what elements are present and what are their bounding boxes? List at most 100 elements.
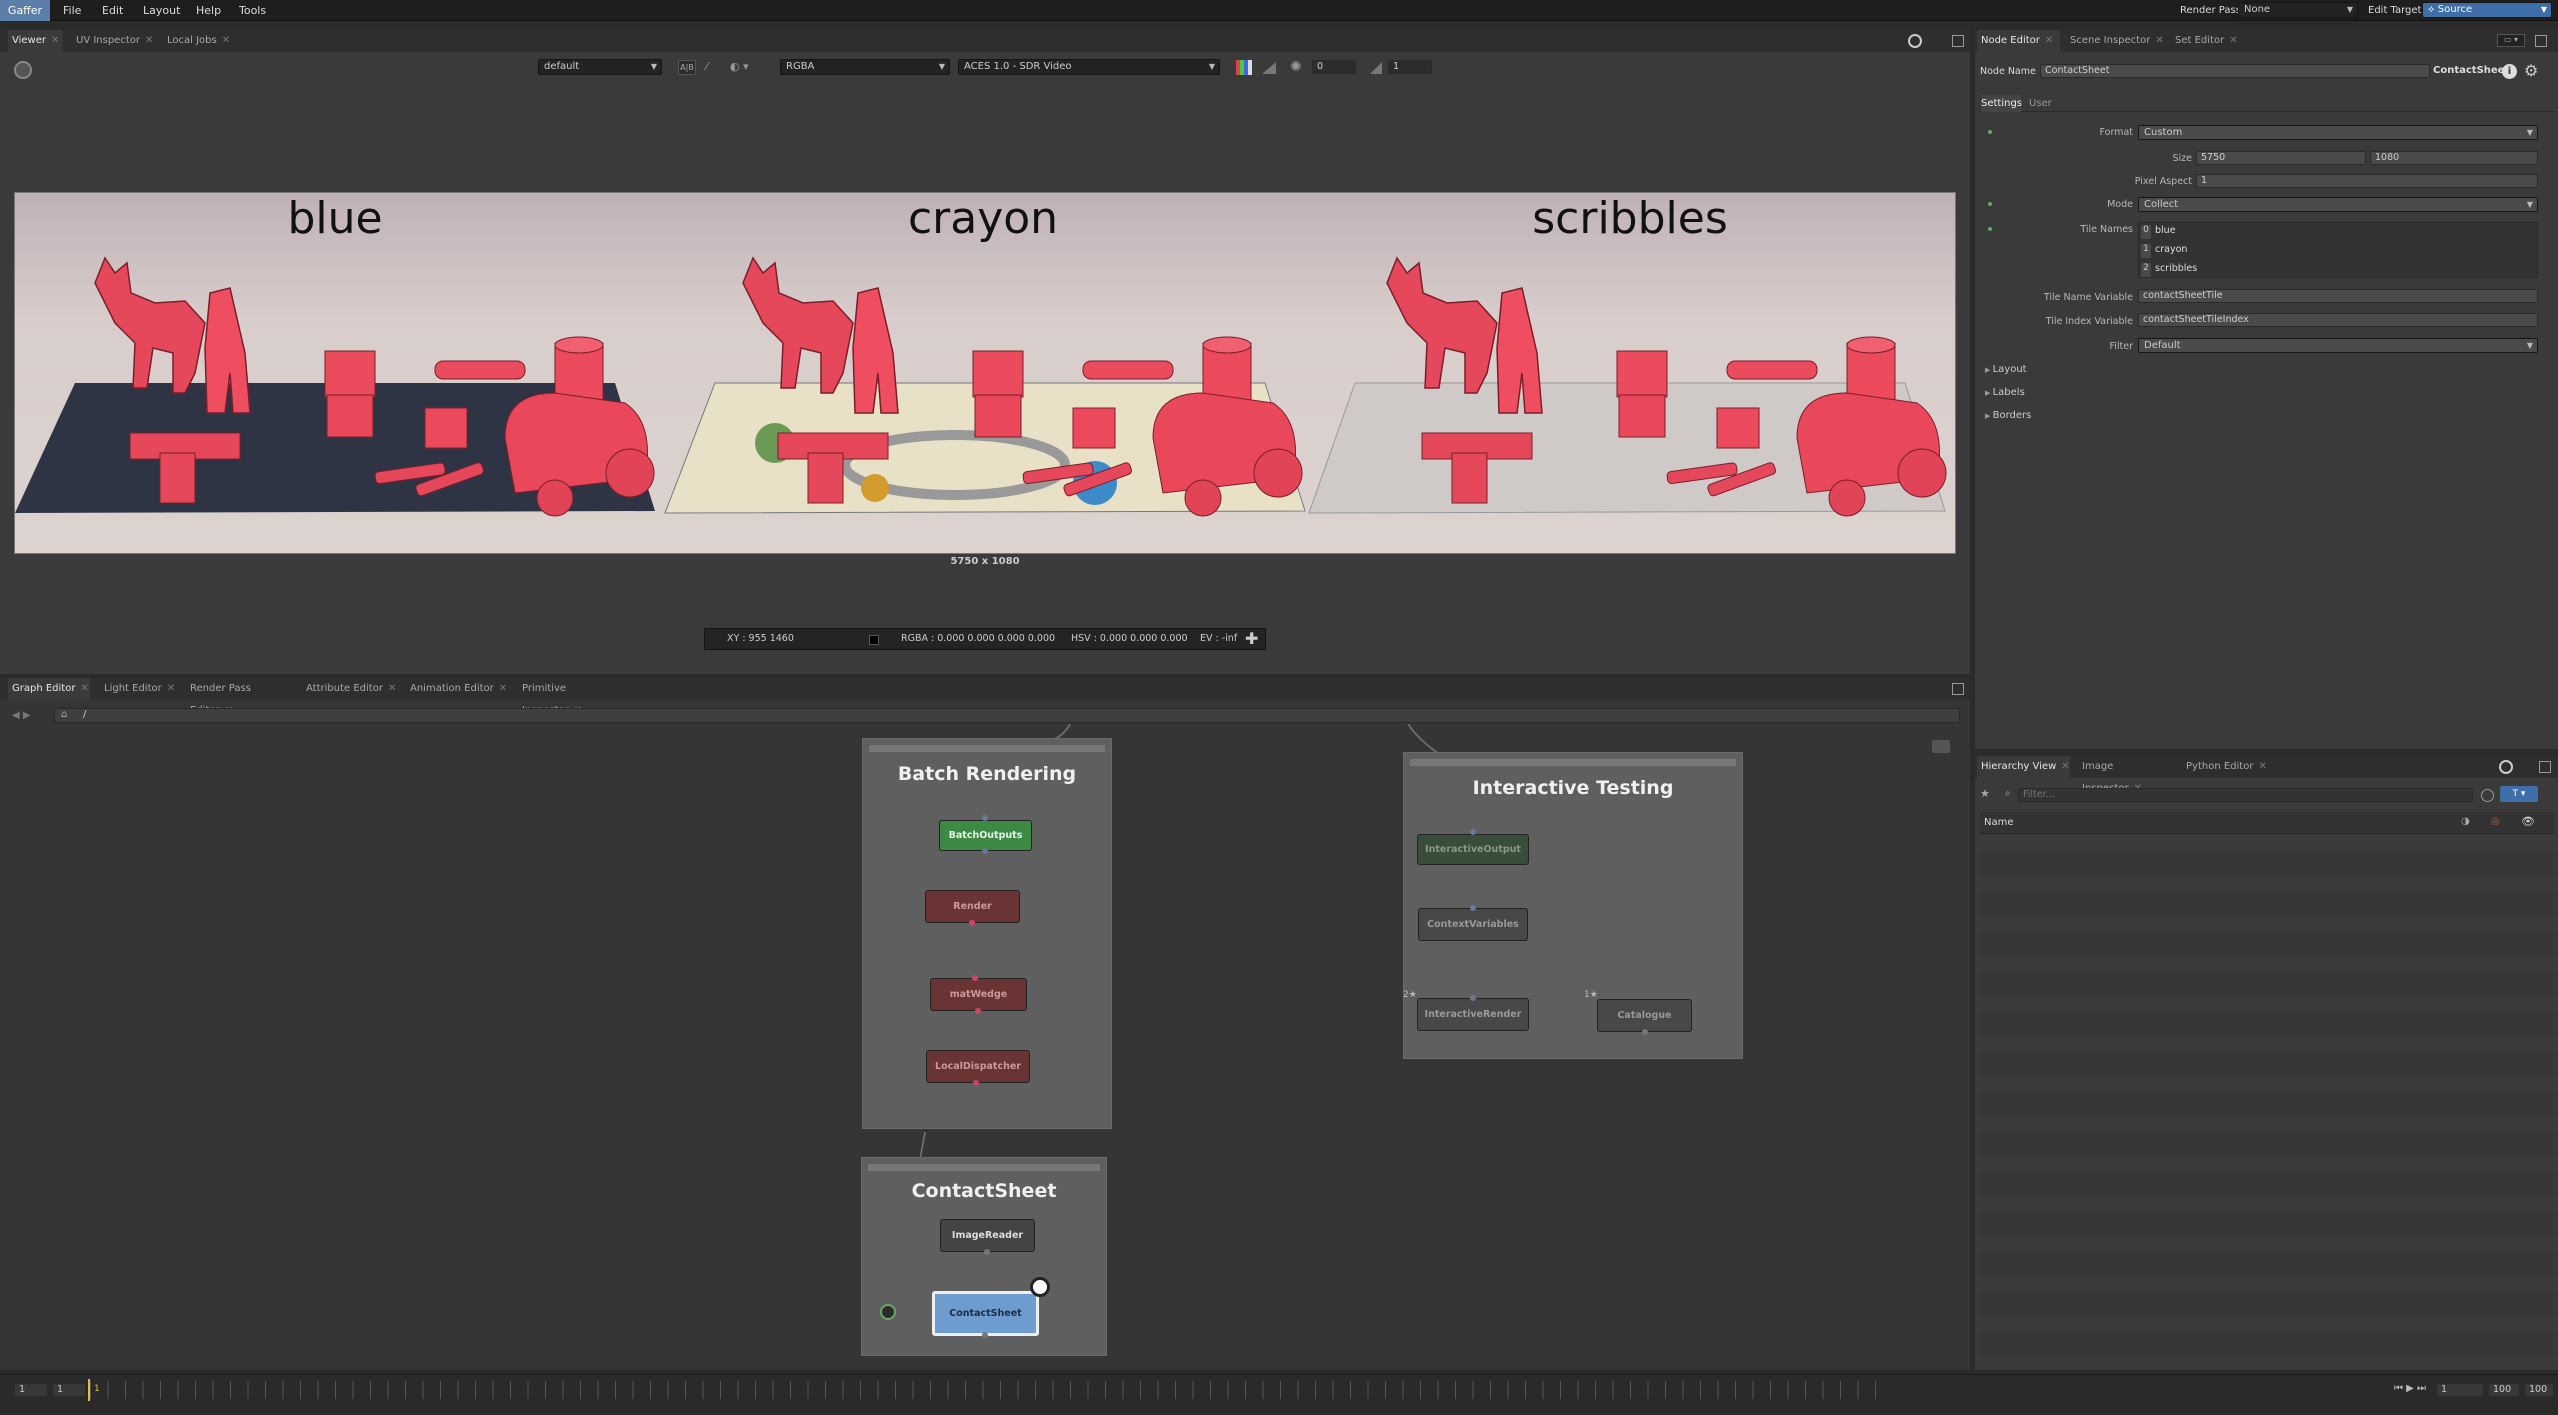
plug[interactable] bbox=[975, 1008, 981, 1014]
plus-icon[interactable]: ✚ bbox=[1245, 629, 1258, 648]
tab-uv-inspector[interactable]: UV Inspector ✕ bbox=[72, 30, 160, 52]
edit-target-dropdown[interactable]: ⟡ Source ▼ bbox=[2422, 2, 2552, 18]
playback-controls[interactable]: ⏮ ▶ ⏭ bbox=[2394, 1383, 2426, 1394]
menu-tools[interactable]: Tools bbox=[239, 0, 266, 21]
layout-grid-icon[interactable] bbox=[1952, 35, 1964, 47]
back-arrow-icon[interactable]: ◀ ▶ bbox=[12, 710, 31, 721]
colorspace-dropdown[interactable]: ACES 1.0 - SDR Video ▼ bbox=[958, 59, 1220, 75]
tab-set-editor[interactable]: Set Editor ✕ bbox=[2171, 30, 2241, 52]
hierarchy-list[interactable] bbox=[1980, 834, 2554, 1364]
tab-light-editor[interactable]: Light Editor ✕ bbox=[100, 678, 178, 700]
menu-help[interactable]: Help bbox=[196, 0, 221, 21]
plug[interactable] bbox=[984, 1249, 990, 1255]
frame-ruler[interactable] bbox=[90, 1381, 1890, 1399]
tab-primitive-inspector[interactable]: Primitive Inspector✕ bbox=[518, 678, 628, 716]
visibility-icon[interactable]: 👁 bbox=[2521, 815, 2535, 828]
target-icon[interactable] bbox=[1908, 34, 1922, 48]
plug[interactable] bbox=[969, 920, 975, 926]
format-dropdown[interactable]: Custom ▼ bbox=[2138, 125, 2538, 140]
close-icon[interactable]: ✕ bbox=[2229, 35, 2237, 46]
start-frame-field[interactable]: 1 bbox=[14, 1383, 48, 1397]
layout-grid-icon[interactable] bbox=[2539, 761, 2551, 773]
size-height-field[interactable]: 1080 bbox=[2370, 151, 2538, 165]
filter-dropdown[interactable]: Default ▼ bbox=[2138, 338, 2538, 353]
hierarchy-filter-input[interactable]: Filter... bbox=[2018, 788, 2473, 802]
current-frame-field[interactable]: 1 bbox=[2436, 1383, 2484, 1397]
gamma-field[interactable]: 1 bbox=[1388, 60, 1432, 74]
close-icon[interactable]: ✕ bbox=[2155, 35, 2163, 46]
editor-focus-dropdown[interactable]: ▭ ▾ bbox=[2497, 34, 2525, 47]
tab-image-inspector[interactable]: Image Inspector✕ bbox=[2078, 756, 2173, 794]
inclusion-icon[interactable]: ◎ bbox=[2491, 816, 2500, 827]
plug[interactable] bbox=[973, 1080, 979, 1086]
tab-settings[interactable]: Settings bbox=[1981, 95, 2022, 112]
tile-index-variable-field[interactable]: contactSheetTileIndex bbox=[2138, 313, 2538, 327]
close-icon[interactable]: ✕ bbox=[222, 35, 230, 46]
display-dropdown[interactable]: default ▼ bbox=[538, 59, 662, 75]
plug[interactable] bbox=[982, 1332, 988, 1338]
plug[interactable] bbox=[982, 848, 988, 854]
exposure-field[interactable]: 0 bbox=[1312, 60, 1356, 74]
clipping-icon[interactable] bbox=[1262, 62, 1276, 74]
node-mat-wedge[interactable]: matWedge bbox=[930, 978, 1027, 1011]
plug[interactable] bbox=[1470, 829, 1476, 835]
size-width-field[interactable]: 5750 bbox=[2196, 151, 2366, 165]
app-menu[interactable]: Gaffer bbox=[0, 0, 50, 21]
close-icon[interactable]: ✕ bbox=[388, 683, 396, 694]
ab-compare-icon[interactable]: A|B bbox=[678, 60, 696, 75]
render-pass-dropdown[interactable]: None ▼ bbox=[2238, 2, 2358, 18]
section-borders[interactable]: ▶ Borders bbox=[1985, 410, 2031, 421]
menu-layout[interactable]: Layout bbox=[143, 0, 180, 21]
node-interactive-render[interactable]: InteractiveRender bbox=[1417, 998, 1529, 1031]
plug[interactable] bbox=[1470, 905, 1476, 911]
plug[interactable] bbox=[972, 975, 978, 981]
tab-viewer[interactable]: Viewer ✕ bbox=[8, 30, 63, 52]
tab-scene-inspector[interactable]: Scene Inspector ✕ bbox=[2066, 30, 2166, 52]
pause-icon[interactable] bbox=[14, 61, 32, 79]
plug[interactable] bbox=[1470, 995, 1476, 1001]
node-name-field[interactable]: ContactSheet bbox=[2040, 64, 2430, 78]
playback-start-field[interactable]: 1 bbox=[52, 1383, 86, 1397]
playback-end-field[interactable]: 100 bbox=[2488, 1383, 2520, 1397]
dot-node[interactable] bbox=[880, 1304, 896, 1320]
viewport-image[interactable]: blue crayon scribbles bbox=[14, 192, 1956, 554]
mode-dropdown[interactable]: Collect ▼ bbox=[2138, 197, 2538, 212]
node-catalogue[interactable]: Catalogue bbox=[1597, 999, 1692, 1032]
tab-python-editor[interactable]: Python Editor ✕ bbox=[2182, 756, 2267, 778]
tab-local-jobs[interactable]: Local Jobs ✕ bbox=[163, 30, 233, 52]
section-layout[interactable]: ▶ Layout bbox=[1985, 364, 2027, 375]
tile-name[interactable]: scribbles bbox=[2155, 263, 2197, 274]
wipe-icon[interactable]: ◐ ▾ bbox=[730, 60, 749, 73]
pixel-aspect-field[interactable]: 1 bbox=[2196, 174, 2538, 188]
plug[interactable] bbox=[1642, 1029, 1648, 1035]
channels-dropdown[interactable]: RGBA ▼ bbox=[780, 59, 950, 75]
node-batch-outputs[interactable]: BatchOutputs bbox=[939, 820, 1032, 851]
playhead[interactable] bbox=[88, 1379, 90, 1401]
close-icon[interactable]: ✕ bbox=[2045, 35, 2053, 46]
layout-grid-icon[interactable] bbox=[1952, 683, 1964, 695]
node-context-variables[interactable]: ContextVariables bbox=[1418, 908, 1528, 941]
tab-render-pass-editor[interactable]: Render Pass Editor✕ bbox=[186, 678, 294, 716]
gear-icon[interactable]: ⚙ bbox=[2524, 61, 2538, 80]
tile-names-list[interactable]: 0 blue 1 crayon 2 scribbles bbox=[2138, 222, 2538, 278]
node-image-reader[interactable]: ImageReader bbox=[940, 1219, 1035, 1252]
menu-file[interactable]: File bbox=[63, 0, 81, 21]
close-icon[interactable]: ✕ bbox=[145, 35, 153, 46]
set-membership-icon[interactable]: ◑ bbox=[2461, 816, 2470, 827]
close-icon[interactable]: ✕ bbox=[2258, 761, 2266, 772]
node-contact-sheet[interactable]: ContactSheet bbox=[932, 1291, 1039, 1336]
menu-edit[interactable]: Edit bbox=[102, 0, 123, 21]
filter-options-icon[interactable] bbox=[2481, 789, 2494, 802]
star-icon[interactable]: ★ bbox=[1980, 787, 1990, 800]
close-icon[interactable]: ✕ bbox=[167, 683, 175, 694]
close-icon[interactable]: ✕ bbox=[80, 683, 88, 694]
close-icon[interactable]: ✕ bbox=[51, 35, 59, 46]
end-frame-field[interactable]: 100 bbox=[2524, 1383, 2554, 1397]
channel-mask-icon[interactable] bbox=[1236, 60, 1252, 75]
section-labels[interactable]: ▶ Labels bbox=[1985, 387, 2025, 398]
tab-graph-editor[interactable]: Graph Editor ✕ bbox=[8, 678, 90, 700]
focus-icon[interactable] bbox=[1030, 1277, 1050, 1297]
target-icon[interactable] bbox=[2499, 760, 2513, 774]
tab-user[interactable]: User bbox=[2029, 95, 2052, 112]
tab-attribute-editor[interactable]: Attribute Editor ✕ bbox=[302, 678, 398, 700]
